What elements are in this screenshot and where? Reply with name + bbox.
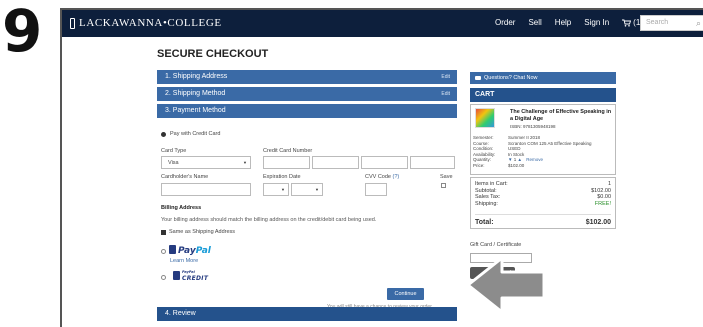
- quantity-decrease-icon[interactable]: ▼: [508, 157, 512, 162]
- paypal-logo[interactable]: PayPal: [169, 245, 211, 256]
- card-type-select[interactable]: Visa ▼: [161, 156, 251, 169]
- paypal-icon: [169, 245, 176, 254]
- gift-card-label: Gift Card / Certificate: [470, 242, 522, 248]
- pay-with-credit-card-label: Pay with Credit Card: [170, 131, 221, 137]
- card-number-field-2[interactable]: [312, 156, 359, 169]
- step-review[interactable]: 4. Review: [157, 307, 457, 321]
- college-crest-icon: [70, 17, 75, 29]
- meta-row-price: Price: $102.00: [473, 162, 525, 168]
- quantity-value: 1: [513, 157, 517, 163]
- nav-sell[interactable]: Sell: [528, 18, 541, 27]
- search-placeholder: Search: [646, 19, 669, 26]
- paypal-pal-text: Pal: [195, 246, 211, 256]
- book-cover-image[interactable]: [475, 108, 495, 128]
- continue-button[interactable]: Continue: [387, 288, 424, 300]
- sales-tax-row: Sales Tax: $0.00: [475, 194, 611, 201]
- chat-now-button[interactable]: Questions? Chat Now: [470, 72, 616, 84]
- cart-item: The Challenge of Effective Speaking in a…: [470, 104, 616, 175]
- save-card-label: Save: [440, 174, 453, 180]
- paypal-pay-text: Pay: [178, 246, 196, 256]
- billing-address-title: Billing Address: [161, 205, 202, 211]
- paypal-credit-radio[interactable]: [161, 275, 166, 280]
- paypal-credit-text: CREDIT: [182, 275, 209, 282]
- card-number-field-4[interactable]: [410, 156, 455, 169]
- payment-form: Pay with Credit Card Card Type Visa ▼ Cr…: [157, 120, 457, 310]
- nav-order[interactable]: Order: [495, 18, 515, 27]
- nav-sign-in[interactable]: Sign In: [584, 18, 609, 27]
- cvv-label: CVV Code (?): [365, 174, 399, 180]
- paypal-learn-more-link[interactable]: Learn More: [170, 258, 198, 264]
- chevron-down-icon: ▼: [243, 160, 247, 165]
- card-type-label: Card Type: [161, 148, 187, 154]
- step-shipping-method-label: 2. Shipping Method: [165, 90, 226, 97]
- search-input[interactable]: Search ⌕: [640, 15, 703, 31]
- nav-help[interactable]: Help: [555, 18, 571, 27]
- shipping-row: Shipping: FREE!: [475, 200, 611, 207]
- search-icon[interactable]: ⌕: [696, 18, 701, 29]
- card-type-value: Visa: [168, 160, 179, 166]
- step-review-label: 4. Review: [165, 310, 196, 317]
- paypal-credit-brand: PayPal: [182, 270, 195, 274]
- cvv-help-link[interactable]: (?): [393, 174, 400, 180]
- step-shipping-address-label: 1. Shipping Address: [165, 73, 228, 80]
- expiration-month-select[interactable]: ▼: [263, 183, 289, 196]
- step-shipping-method[interactable]: 2. Shipping Method Edit: [157, 87, 457, 101]
- chevron-down-icon: ▼: [281, 187, 285, 192]
- same-as-shipping-label: Same as Shipping Address: [169, 229, 236, 235]
- total-row: Total: $102.00: [475, 214, 611, 226]
- billing-note: Your billing address should match the bi…: [161, 217, 377, 223]
- step-number: 9: [2, 0, 43, 65]
- brand-logo[interactable]: LACKAWANNA•COLLEGE: [70, 17, 222, 29]
- edit-shipping-address-link[interactable]: Edit: [441, 74, 450, 80]
- main-nav: Order Sell Help Sign In (1): [495, 18, 643, 27]
- card-number-field-3[interactable]: [361, 156, 408, 169]
- chevron-down-icon: ▼: [315, 187, 319, 192]
- items-in-cart-row: Items in Cart: 1: [475, 181, 611, 187]
- book-meta: Semester: Summer II 2018 Course: Scranton …: [473, 135, 613, 169]
- paypal-radio[interactable]: [161, 249, 166, 254]
- book-isbn: ISBN: 9781305948198: [510, 124, 556, 129]
- page-title: SECURE CHECKOUT: [157, 48, 269, 60]
- credit-card-radio[interactable]: [161, 132, 166, 137]
- subtotal-row: Subtotal: $102.00: [475, 187, 611, 194]
- same-as-shipping-checkbox[interactable]: [161, 230, 166, 235]
- step-payment-method-label: 3. Payment Method: [165, 107, 226, 114]
- pointer-arrow-icon: [466, 256, 546, 314]
- expiration-year-select[interactable]: ▼: [291, 183, 323, 196]
- cvv-input[interactable]: [365, 183, 387, 196]
- remove-item-link[interactable]: Remove: [526, 157, 543, 162]
- edit-shipping-method-link[interactable]: Edit: [441, 91, 450, 97]
- browser-frame: LACKAWANNA•COLLEGE Order Sell Help Sign …: [60, 8, 703, 327]
- shopping-cart-icon: [622, 19, 632, 27]
- cart-header: CART: [470, 88, 616, 102]
- cart-totals: Items in Cart: 1 Subtotal: $102.00 Sales T…: [470, 177, 616, 229]
- step-payment-method[interactable]: 3. Payment Method: [157, 104, 457, 118]
- paypal-credit-icon: [173, 271, 180, 280]
- step-shipping-address[interactable]: 1. Shipping Address Edit: [157, 70, 457, 84]
- expiration-label: Expiration Date: [263, 174, 301, 180]
- quantity-increase-icon[interactable]: ▲: [518, 157, 522, 162]
- brand-name: LACKAWANNA•COLLEGE: [79, 17, 222, 29]
- card-number-label: Credit Card Number: [263, 148, 313, 154]
- cvv-label-text: CVV Code: [365, 174, 391, 180]
- chat-now-label: Questions? Chat Now: [484, 75, 538, 81]
- cardholder-name-input[interactable]: [161, 183, 251, 196]
- chat-bubble-icon: [475, 76, 481, 80]
- cardholder-label: Cardholder's Name: [161, 174, 209, 180]
- top-navbar: LACKAWANNA•COLLEGE Order Sell Help Sign …: [62, 10, 703, 37]
- book-title: The Challenge of Effective Speaking in a…: [510, 109, 612, 122]
- card-number-field-1[interactable]: [263, 156, 310, 169]
- save-card-checkbox[interactable]: [441, 183, 446, 188]
